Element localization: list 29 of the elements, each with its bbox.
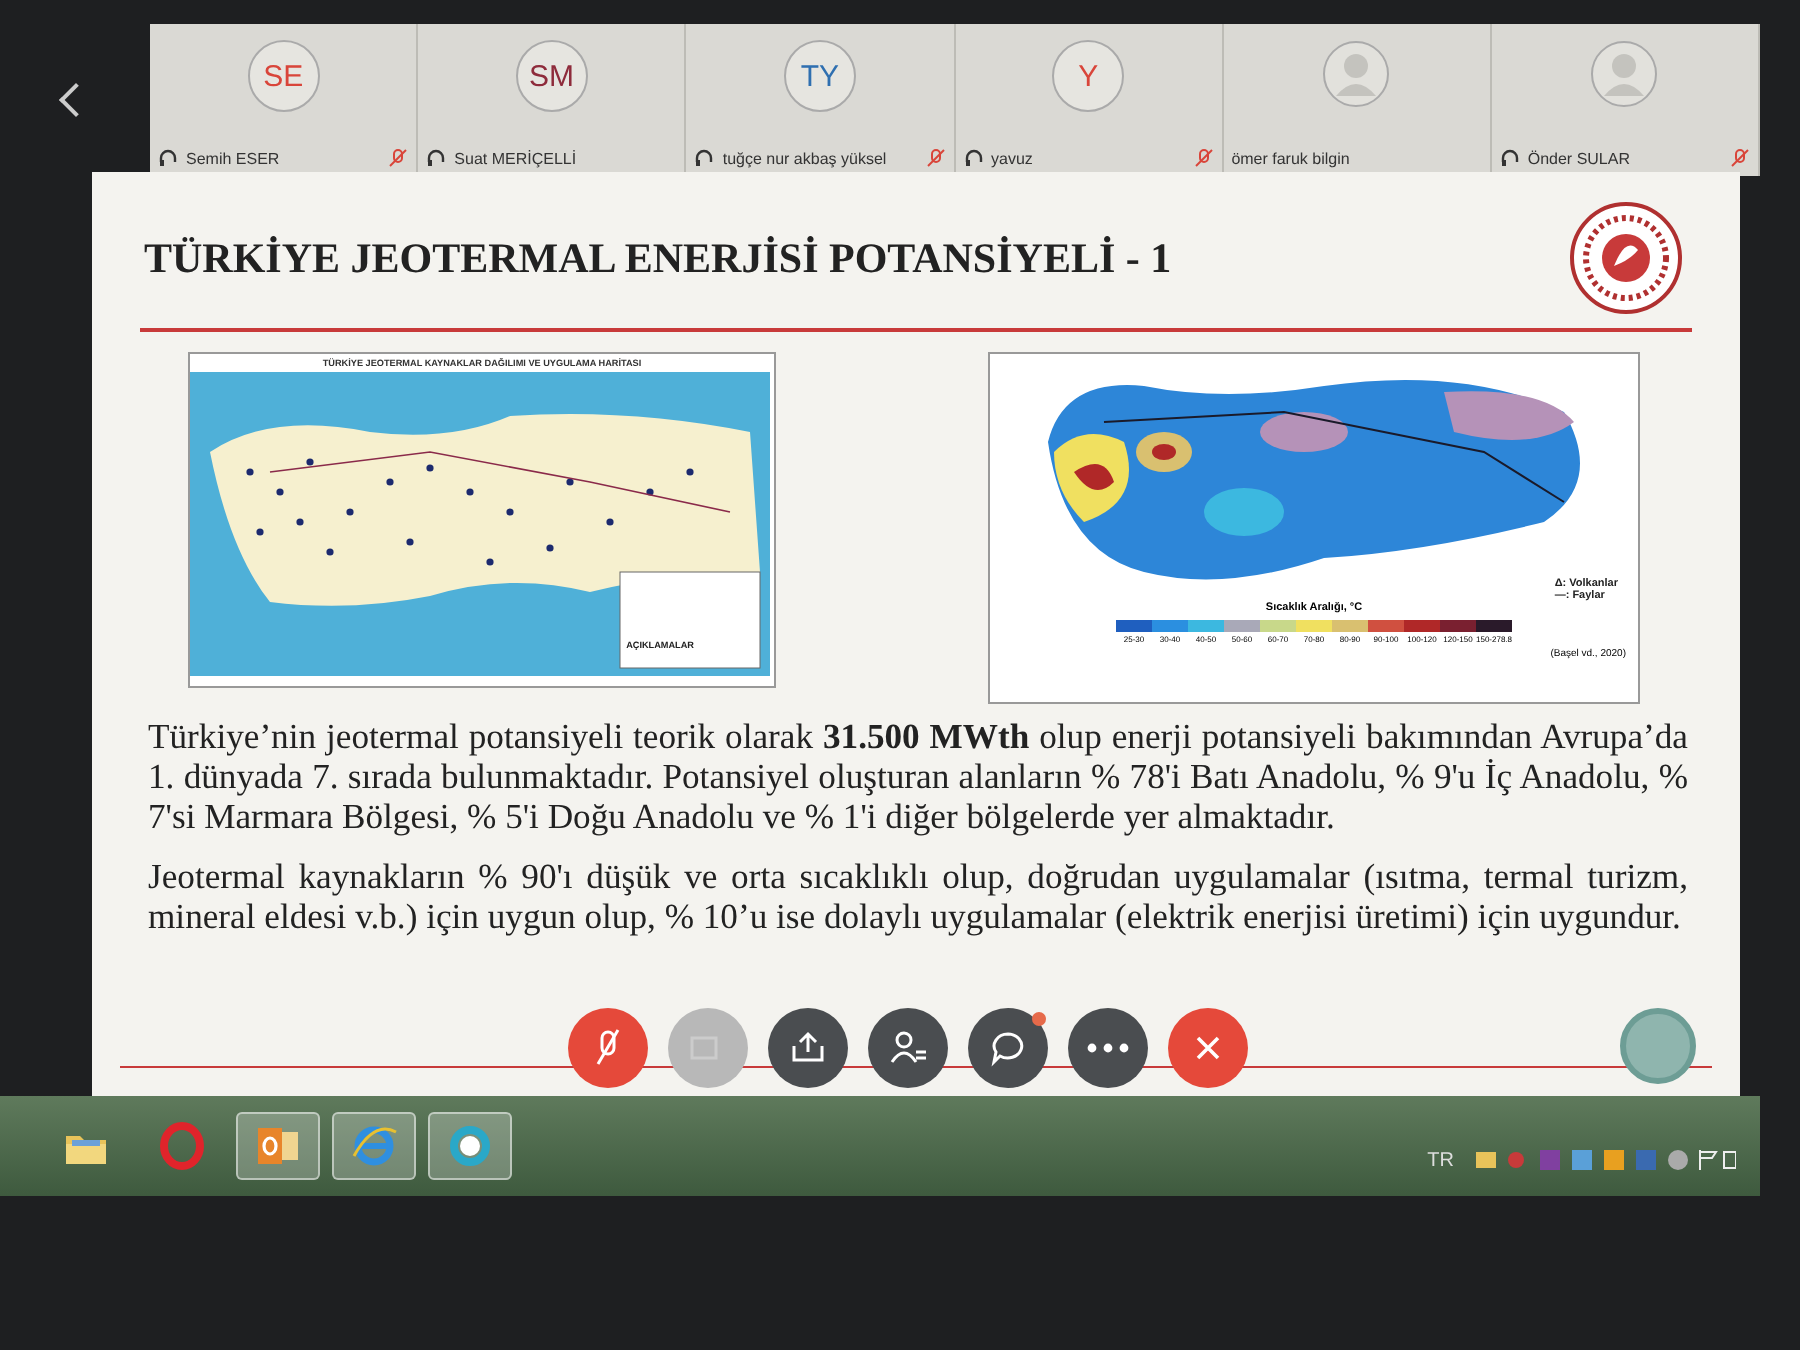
initials-avatar: Y [1052,40,1125,112]
participant-name: ömer faruk bilgin [1231,149,1352,167]
ring-app-icon[interactable] [428,1112,512,1180]
participant-name: Önder SULAR [1527,149,1632,167]
avatar-silhouette-icon [1322,40,1391,108]
participant-name: tuğçe nur akbaş yüksel [722,149,889,167]
emblem-icon [1568,200,1684,316]
participant-name: yavuz [991,149,1035,167]
mail-app-icon[interactable] [236,1112,320,1180]
mute-button[interactable] [568,1008,648,1088]
leave-button[interactable] [1168,1008,1248,1088]
browser-icon[interactable] [332,1112,416,1180]
initials-avatar: TY [783,40,856,112]
more-button[interactable] [1068,1008,1148,1088]
initials-avatar: SE [247,40,320,112]
ellipsis-icon [1086,1042,1130,1054]
tray-icons-drawing[interactable] [1476,1148,1736,1172]
participants-button[interactable] [868,1008,948,1088]
chat-button[interactable] [968,1008,1048,1088]
share-button[interactable] [768,1008,848,1088]
slide-title: TÜRKİYE JEOTERMAL ENERJİSİ POTANSİYELİ - 1 [142,233,1172,283]
slide-paragraph: Jeotermal kaynakların % 90'ı düşük ve orta sıcaklıklı olup, doğrudan uygulamalar (ısıtma, termal turizm, mineral eldesi v.b.) için uygun olup, % 10’u ise dolaylı uygulamalar (elektrik enerjisi üretimi) için uygundur. [148,856,1688,936]
video-thumbnail[interactable] [1620,1008,1696,1084]
slide-paragraph: Türkiye’nin jeotermal potansiyeli teorik olarak 31.500 MWth olup enerji potansiyeli bakımından Avrupa’da 1. dünyada 7. sırada bulunmaktadır. Potansiyel oluşturan alanların % 78'i Batı Anadolu, % 9'u İç Anadolu, % 7'si Marmara Bölgesi, % 5'i Doğu Anadolu ve % 1'i diğer bölgelerde yer almaktadır. [148,716,1688,836]
initials-avatar: SM [515,40,588,112]
language-indicator[interactable]: TR [1427,1149,1454,1171]
participant-name: Suat MERİÇELLİ [454,149,579,167]
avatar-silhouette-icon [1590,40,1659,108]
participant-name: Semih ESER [186,149,282,167]
